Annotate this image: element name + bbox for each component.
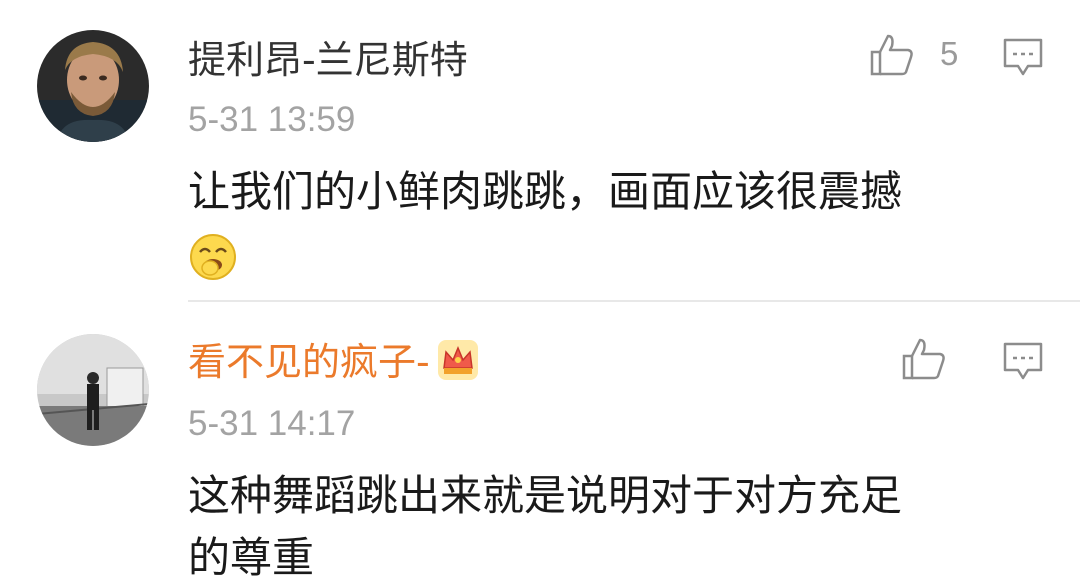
thumbs-up-icon[interactable] bbox=[868, 30, 916, 78]
comment-text-line-2: 的尊重 bbox=[188, 533, 315, 582]
avatar[interactable] bbox=[37, 334, 149, 446]
timestamp: 5-31 14:17 bbox=[188, 404, 356, 443]
username[interactable]: 提利昂-兰尼斯特 bbox=[188, 38, 468, 82]
comment-text: 这种舞蹈跳出来就是说明对于对方充足 bbox=[188, 471, 903, 520]
username-text[interactable]: 看不见的疯子- bbox=[188, 340, 430, 384]
like-count: 5 bbox=[940, 35, 959, 72]
avatar-image bbox=[37, 334, 149, 446]
comment-bubble-icon[interactable] bbox=[1002, 36, 1044, 78]
username[interactable]: 看不见的疯子- bbox=[188, 338, 480, 391]
avatar-image bbox=[37, 30, 149, 142]
thumbs-up-icon[interactable] bbox=[900, 334, 948, 382]
comment-bubble-icon[interactable] bbox=[1002, 340, 1044, 382]
comment-item: 看不见的疯子- 5-31 14:17 这种舞蹈跳出来就是说明对于对方充足 的尊重 bbox=[0, 302, 1080, 582]
comment-item: 提利昂-兰尼斯特 5-31 13:59 让我们的小鲜肉跳跳，画面应该很震撼 5 bbox=[0, 0, 1080, 302]
timestamp: 5-31 13:59 bbox=[188, 100, 356, 139]
crown-badge-icon bbox=[436, 338, 480, 391]
laughing-face-emoji bbox=[188, 232, 238, 282]
avatar[interactable] bbox=[37, 30, 149, 142]
comment-text: 让我们的小鲜肉跳跳，画面应该很震撼 bbox=[188, 167, 903, 216]
